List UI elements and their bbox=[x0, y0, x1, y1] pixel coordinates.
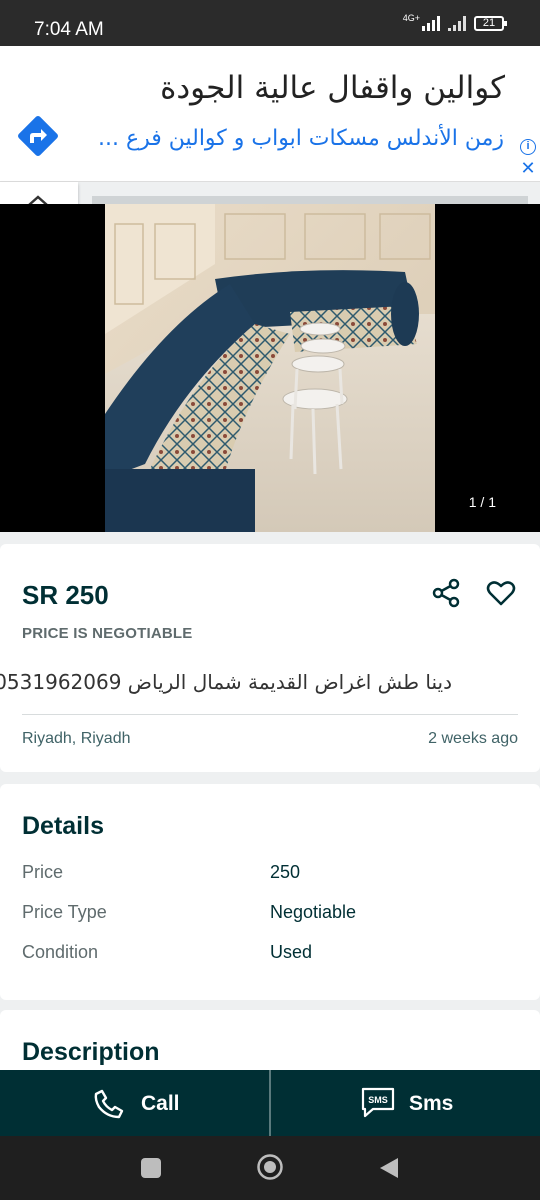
recent-apps-icon[interactable] bbox=[140, 1157, 162, 1179]
image-counter: 1 / 1 bbox=[468, 494, 496, 510]
status-time: 7:04 AM bbox=[34, 19, 104, 40]
sms-label: Sms bbox=[409, 1092, 454, 1115]
image-gallery[interactable]: 1 / 1 bbox=[0, 204, 540, 532]
sms-icon-text: SMS bbox=[368, 1095, 388, 1105]
status-icons: 4G+ 21 bbox=[402, 13, 507, 31]
phone-icon bbox=[94, 1089, 124, 1119]
listing-photo[interactable] bbox=[105, 204, 435, 532]
home-icon[interactable] bbox=[256, 1153, 284, 1181]
detail-row: Condition Used bbox=[22, 942, 522, 966]
detail-value: Used bbox=[270, 942, 313, 962]
call-label: Call bbox=[141, 1092, 180, 1115]
description-title: Description bbox=[22, 1038, 160, 1066]
listing-title: دينا طش اغراض القديمة شمال الرياض 053196… bbox=[0, 670, 452, 694]
negotiable-label: PRICE IS NEGOTIABLE bbox=[22, 625, 193, 642]
heart-icon[interactable] bbox=[486, 578, 516, 608]
ad-divider bbox=[92, 196, 528, 204]
call-button[interactable]: Call bbox=[0, 1070, 269, 1136]
posted-time: 2 weeks ago bbox=[428, 730, 518, 747]
location: Riyadh, Riyadh bbox=[22, 730, 131, 747]
detail-key: Condition bbox=[22, 942, 99, 962]
detail-key: Price bbox=[22, 862, 64, 882]
price: SR 250 bbox=[22, 580, 109, 610]
sms-button[interactable]: SMS Sms bbox=[271, 1070, 540, 1136]
sms-icon: SMS bbox=[361, 1087, 395, 1118]
network-type: 4G+ bbox=[402, 13, 420, 23]
info-icon[interactable]: i bbox=[520, 139, 536, 155]
detail-row: Price 250 bbox=[22, 862, 522, 886]
ad-subtitle[interactable]: زمن الأندلس مسكات ابواب و كوالين فرع ... bbox=[98, 126, 504, 151]
detail-row: Price Type Negotiable bbox=[22, 902, 522, 926]
detail-value: 250 bbox=[270, 862, 301, 882]
status-bar: 7:04 AM 4G+ 21 bbox=[0, 0, 540, 46]
action-bar: Call SMS Sms bbox=[0, 1070, 540, 1136]
system-nav-bar bbox=[0, 1136, 540, 1200]
details-card: Details Price 250 Price Type Negotiable … bbox=[0, 784, 540, 1000]
directions-icon[interactable] bbox=[14, 112, 62, 160]
share-icon[interactable] bbox=[431, 578, 461, 608]
battery-icon: 21 bbox=[474, 16, 507, 31]
divider bbox=[22, 714, 518, 715]
details-title: Details bbox=[22, 812, 104, 840]
close-icon[interactable]: ✕ bbox=[520, 159, 536, 177]
ad-title[interactable]: كوالين واقفال عالية الجودة bbox=[160, 70, 505, 106]
detail-value: Negotiable bbox=[270, 902, 357, 922]
signal-icon bbox=[422, 16, 440, 31]
detail-key: Price Type bbox=[22, 902, 107, 922]
back-icon[interactable] bbox=[378, 1156, 400, 1180]
ad-banner[interactable]: كوالين واقفال عالية الجودة زمن الأندلس م… bbox=[0, 46, 540, 182]
signal-icon-2 bbox=[448, 16, 466, 31]
